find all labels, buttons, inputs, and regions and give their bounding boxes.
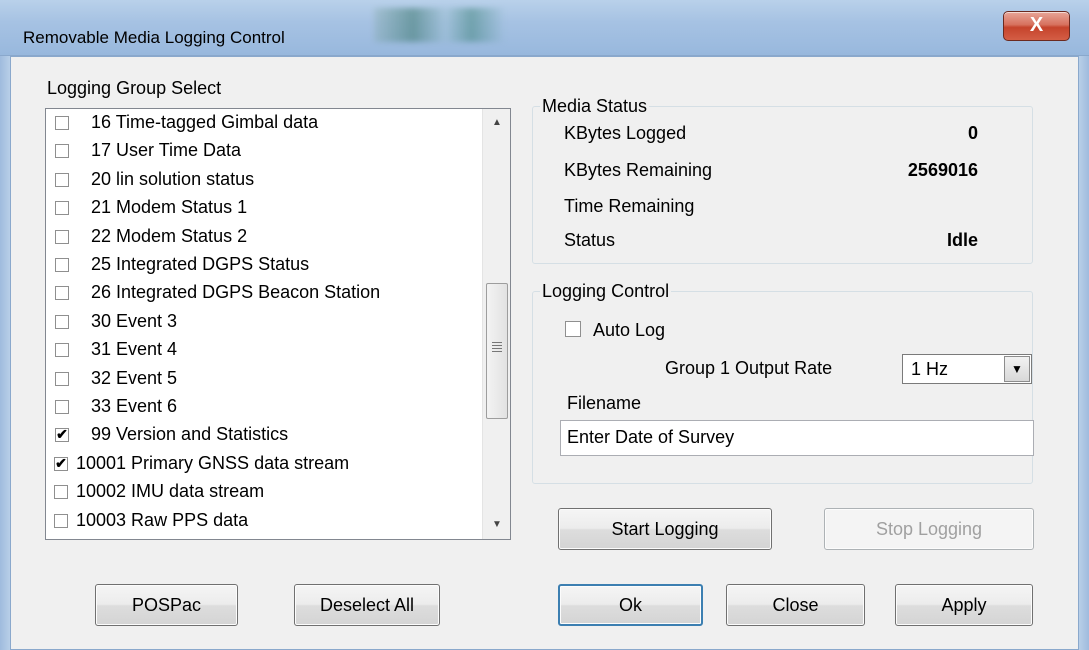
list-item-label: 30 Event 3 (91, 310, 178, 331)
logging-group-list-rows: 16 Time-tagged Gimbal data 17 User Time D… (46, 109, 482, 539)
kbytes-logged-value: 0 (967, 123, 978, 143)
window-title: Removable Media Logging Control (23, 28, 285, 47)
list-item-checkbox[interactable] (55, 371, 69, 386)
output-rate-select[interactable]: 1 Hz ▼ (902, 354, 1032, 384)
list-item[interactable]: 10003 Raw PPS data (46, 508, 482, 536)
logging-control-title: Logging Control (540, 281, 672, 302)
stop-logging-button[interactable]: Stop Logging (824, 508, 1034, 550)
list-item-checkbox[interactable] (55, 258, 69, 272)
status-label: Status (564, 230, 616, 250)
list-item-label: 33 Event 6 (91, 396, 178, 416)
deselect-all-button[interactable]: Deselect All (294, 584, 440, 626)
list-item-checkbox[interactable] (55, 314, 69, 329)
output-rate-label: Group 1 Output Rate (665, 358, 833, 378)
time-remaining-label: Time Remaining (564, 196, 695, 216)
close-button[interactable]: Close (726, 584, 865, 626)
status-value: Idle (946, 230, 978, 250)
list-item[interactable]: 22 Modem Status 2 (46, 224, 482, 252)
scroll-up-arrow-icon[interactable]: ▲ (483, 109, 511, 137)
list-item[interactable]: 17 User Time Data (46, 138, 482, 166)
scroll-down-arrow-icon[interactable]: ▼ (483, 511, 511, 539)
list-item[interactable]: 32 Event 5 (46, 366, 482, 394)
list-item[interactable]: 31 Event 4 (46, 337, 482, 365)
list-item[interactable]: 33 Event 6 (46, 394, 482, 422)
list-item-label: 10003 Raw PPS data (76, 509, 249, 530)
list-item[interactable]: 20 lin solution status (46, 167, 482, 195)
scrollbar-grip-icon (492, 342, 502, 352)
pospac-button[interactable]: POSPac (95, 584, 238, 626)
title-bar: Removable Media Logging Control X (0, 0, 1089, 56)
window-frame-right (1079, 56, 1089, 650)
list-item-checkbox[interactable] (54, 513, 68, 528)
kbytes-logged-label: KBytes Logged (564, 123, 687, 143)
list-item-label: 21 Modem Status 1 (91, 197, 248, 218)
start-logging-button[interactable]: Start Logging (558, 508, 772, 550)
list-item-checkbox[interactable] (55, 343, 69, 358)
kbytes-remaining-value: 2569016 (907, 160, 978, 180)
list-item-checkbox[interactable] (55, 116, 69, 130)
logging-group-select-label: Logging Group Select (47, 78, 222, 98)
list-item-label: 25 Integrated DGPS Status (91, 254, 310, 274)
list-item-label: 10001 Primary GNSS data stream (76, 452, 350, 473)
output-rate-value: 1 Hz (911, 359, 949, 379)
list-item-checkbox[interactable] (55, 229, 69, 244)
list-item[interactable]: ✔ 99 Version and Statistics (46, 422, 482, 450)
list-item-label: 20 lin solution status (91, 168, 255, 189)
list-item[interactable]: 26 Integrated DGPS Beacon Station (46, 280, 482, 308)
list-item-checkbox[interactable] (55, 172, 69, 187)
list-item-checkbox[interactable]: ✔ (54, 456, 68, 471)
list-item-checkbox[interactable] (55, 144, 69, 159)
list-item-label: 31 Event 4 (91, 339, 178, 360)
filename-label: Filename (567, 393, 642, 413)
scrollbar-thumb[interactable] (486, 283, 508, 419)
filename-input[interactable]: Enter Date of Survey (560, 420, 1034, 456)
list-item-label: 10002 IMU data stream (76, 481, 265, 502)
list-item-checkbox[interactable]: ✔ (55, 427, 69, 443)
media-status-title: Media Status (540, 96, 650, 117)
list-item[interactable]: ✔ 10001 Primary GNSS data stream (46, 451, 482, 479)
list-item-checkbox[interactable] (54, 485, 68, 500)
list-item[interactable]: 25 Integrated DGPS Status (46, 252, 482, 280)
ok-button[interactable]: Ok (558, 584, 703, 626)
chevron-down-icon[interactable]: ▼ (1004, 356, 1030, 382)
list-item[interactable]: 30 Event 3 (46, 309, 482, 337)
list-item-label: 22 Modem Status 2 (91, 225, 248, 246)
logging-group-list[interactable]: 16 Time-tagged Gimbal data 17 User Time D… (45, 108, 511, 540)
list-item[interactable]: 16 Time-tagged Gimbal data (46, 110, 482, 138)
list-item[interactable]: 21 Modem Status 1 (46, 195, 482, 223)
list-scrollbar[interactable]: ▲ ▼ (482, 109, 510, 539)
kbytes-remaining-label: KBytes Remaining (564, 160, 713, 180)
list-item-label: 16 Time-tagged Gimbal data (91, 112, 319, 132)
list-item-label: 32 Event 5 (91, 367, 178, 388)
auto-log-label[interactable]: Auto Log (593, 320, 665, 341)
list-item-checkbox[interactable] (55, 286, 69, 301)
title-bar-decoration (374, 8, 504, 42)
list-item-checkbox[interactable] (55, 400, 69, 414)
apply-button[interactable]: Apply (895, 584, 1033, 626)
auto-log-checkbox[interactable] (565, 321, 581, 337)
list-item[interactable]: 10002 IMU data stream (46, 479, 482, 507)
list-item-label: 26 Integrated DGPS Beacon Station (91, 282, 381, 303)
list-item-label: 17 User Time Data (91, 140, 242, 161)
close-window-button[interactable]: X (1003, 11, 1070, 41)
list-item-label: 99 Version and Statistics (91, 424, 289, 445)
list-item-checkbox[interactable] (55, 201, 69, 216)
window-frame-left (0, 56, 10, 650)
